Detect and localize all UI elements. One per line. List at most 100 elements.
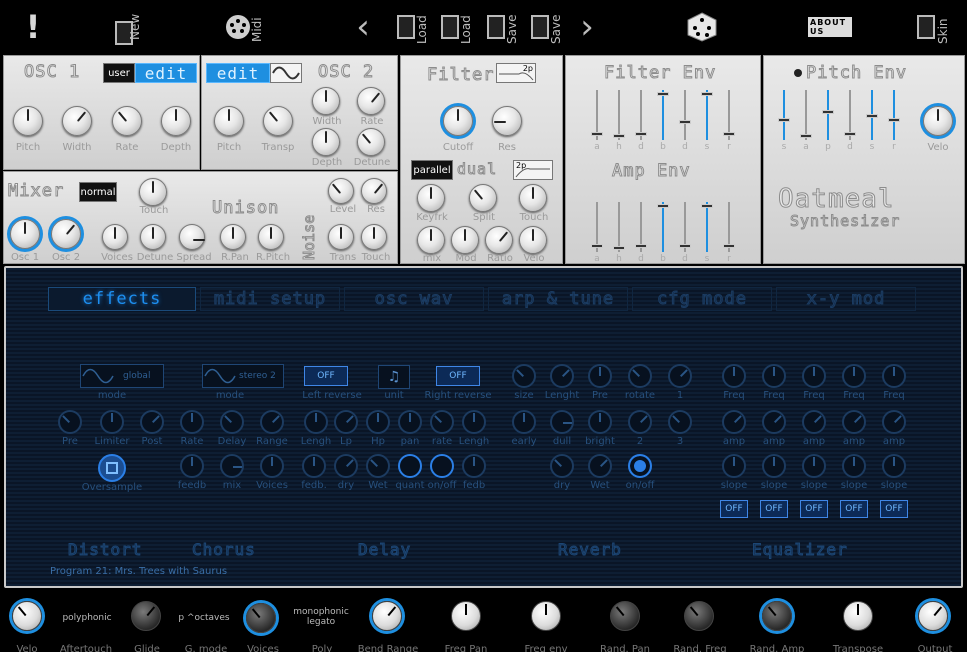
- pitch-env-slider-3[interactable]: [842, 90, 858, 140]
- tab-effects[interactable]: effects: [48, 287, 196, 311]
- reverb-lenght-knob[interactable]: [550, 364, 574, 388]
- chorus-mode-select[interactable]: stereo 2: [202, 364, 284, 388]
- transpose-knob[interactable]: [843, 601, 873, 631]
- filter-cutoff-knob[interactable]: [443, 106, 473, 136]
- tab-osc-wav[interactable]: osc wav: [344, 287, 484, 311]
- filter-parallel-button[interactable]: parallel: [411, 160, 453, 180]
- delay-lp-knob[interactable]: [334, 410, 358, 434]
- filter-mix-knob[interactable]: [417, 226, 445, 254]
- distort-limiter-knob[interactable]: [100, 410, 124, 434]
- filter-env-thumb[interactable]: [635, 132, 647, 136]
- amp-env-thumb[interactable]: [701, 204, 713, 208]
- tab-xy-mod[interactable]: x-y mod: [776, 287, 916, 311]
- reverb-3-knob[interactable]: [668, 410, 692, 434]
- delay-quant-toggle[interactable]: [398, 454, 422, 478]
- amp-env-slider-0[interactable]: [589, 202, 605, 252]
- amp-env-thumb[interactable]: [657, 204, 669, 208]
- osc2-edit-button[interactable]: edit: [206, 63, 270, 83]
- delay-right-reverse-toggle[interactable]: OFF: [436, 366, 480, 386]
- filter-dual-mode-button[interactable]: 2p: [513, 160, 553, 180]
- amp-env-slider-6[interactable]: [721, 202, 737, 252]
- filter-env-thumb[interactable]: [591, 132, 603, 136]
- tab-midi-setup[interactable]: midi setup: [200, 287, 340, 311]
- amp-env-thumb[interactable]: [591, 244, 603, 248]
- pitch-env-thumb[interactable]: [866, 114, 878, 118]
- osc2-width-knob[interactable]: [312, 87, 340, 115]
- poly-mode-value-2[interactable]: legato: [281, 617, 361, 627]
- pitch-env-thumb[interactable]: [844, 132, 856, 136]
- noise-trans-knob[interactable]: [328, 224, 354, 250]
- amp-env-slider-3[interactable]: [655, 202, 671, 252]
- osc1-width-knob[interactable]: [62, 106, 92, 136]
- amp-env-slider-1[interactable]: [611, 202, 627, 252]
- eq-band-toggle-4[interactable]: OFF: [840, 500, 868, 518]
- random-dice-button[interactable]: [684, 4, 720, 50]
- rand-freq-knob[interactable]: [684, 601, 714, 631]
- aftertouch-mode-value[interactable]: polyphonic: [47, 613, 127, 623]
- chorus-range-knob[interactable]: [260, 410, 284, 434]
- osc2-transp-knob[interactable]: [263, 106, 293, 136]
- amp-env-thumb[interactable]: [635, 244, 647, 248]
- pitch-env-thumb[interactable]: [778, 118, 790, 122]
- prev-arrow-icon[interactable]: ‹: [348, 4, 378, 50]
- filter-env-slider-4[interactable]: [677, 90, 693, 140]
- reverb-early-knob[interactable]: [512, 410, 536, 434]
- osc1-rate-knob[interactable]: [112, 106, 142, 136]
- unison-voices-knob[interactable]: [102, 224, 128, 250]
- pitch-env-slider-2[interactable]: [820, 90, 836, 140]
- reverb-2-knob[interactable]: [628, 410, 652, 434]
- filter-env-slider-6[interactable]: [721, 90, 737, 140]
- reverb-pre-knob[interactable]: [588, 364, 612, 388]
- osc1-edit-button[interactable]: edit: [135, 63, 197, 83]
- filter-env-slider-3[interactable]: [655, 90, 671, 140]
- delay-fedb2-knob[interactable]: [462, 454, 486, 478]
- about-button[interactable]: ABOUT US: [808, 4, 852, 50]
- amp-env-slider-2[interactable]: [633, 202, 649, 252]
- eq-amp-knob-2[interactable]: [762, 410, 786, 434]
- delay-onoff-toggle[interactable]: [430, 454, 454, 478]
- osc1-depth-knob[interactable]: [161, 106, 191, 136]
- delay-dry-knob[interactable]: [334, 454, 358, 478]
- osc1-pitch-knob[interactable]: [13, 106, 43, 136]
- chorus-delay-knob[interactable]: [220, 410, 244, 434]
- pitch-env-slider-1[interactable]: [798, 90, 814, 140]
- mixer-osc2-knob[interactable]: [51, 219, 81, 249]
- filter-env-slider-0[interactable]: [589, 90, 605, 140]
- noise-res-knob[interactable]: [361, 178, 387, 204]
- reverb-bright-knob[interactable]: [588, 410, 612, 434]
- velo-knob[interactable]: [12, 601, 42, 631]
- rand-amp-knob[interactable]: [762, 601, 792, 631]
- unison-spread-knob[interactable]: [179, 224, 205, 250]
- bend-range-knob[interactable]: [372, 601, 402, 631]
- next-arrow-icon[interactable]: ›: [572, 4, 602, 50]
- freq-env-knob[interactable]: [531, 601, 561, 631]
- eq-slope-knob-2[interactable]: [762, 454, 786, 478]
- filter-env-slider-1[interactable]: [611, 90, 627, 140]
- osc2-detune-knob[interactable]: [357, 128, 385, 156]
- alert-icon[interactable]: !: [18, 4, 48, 50]
- pitch-env-slider-0[interactable]: [776, 90, 792, 140]
- filter-env-thumb[interactable]: [679, 120, 691, 124]
- amp-env-thumb[interactable]: [613, 246, 625, 250]
- reverb-wet-knob[interactable]: [588, 454, 612, 478]
- eq-freq-knob-4[interactable]: [842, 364, 866, 388]
- unison-detune-knob[interactable]: [140, 224, 166, 250]
- chorus-rate-knob[interactable]: [180, 410, 204, 434]
- filter-split-knob[interactable]: [469, 184, 497, 212]
- poly-mode-value-1[interactable]: monophonic: [281, 607, 361, 617]
- eq-amp-knob-5[interactable]: [882, 410, 906, 434]
- eq-amp-knob-4[interactable]: [842, 410, 866, 434]
- eq-freq-knob-5[interactable]: [882, 364, 906, 388]
- filter-env-thumb[interactable]: [701, 92, 713, 96]
- reverb-size-knob[interactable]: [512, 364, 536, 388]
- filter-ratio-knob[interactable]: [485, 226, 513, 254]
- filter-keyfrk-knob[interactable]: [417, 184, 445, 212]
- filter-res-knob[interactable]: [492, 106, 522, 136]
- pitch-env-thumb[interactable]: [800, 134, 812, 138]
- filter-env-thumb[interactable]: [613, 134, 625, 138]
- chorus-voices-knob[interactable]: [260, 454, 284, 478]
- pitch-env-velo-knob[interactable]: [923, 106, 953, 136]
- delay-hp-knob[interactable]: [366, 410, 390, 434]
- delay-fedb-knob[interactable]: [302, 454, 326, 478]
- eq-slope-knob-3[interactable]: [802, 454, 826, 478]
